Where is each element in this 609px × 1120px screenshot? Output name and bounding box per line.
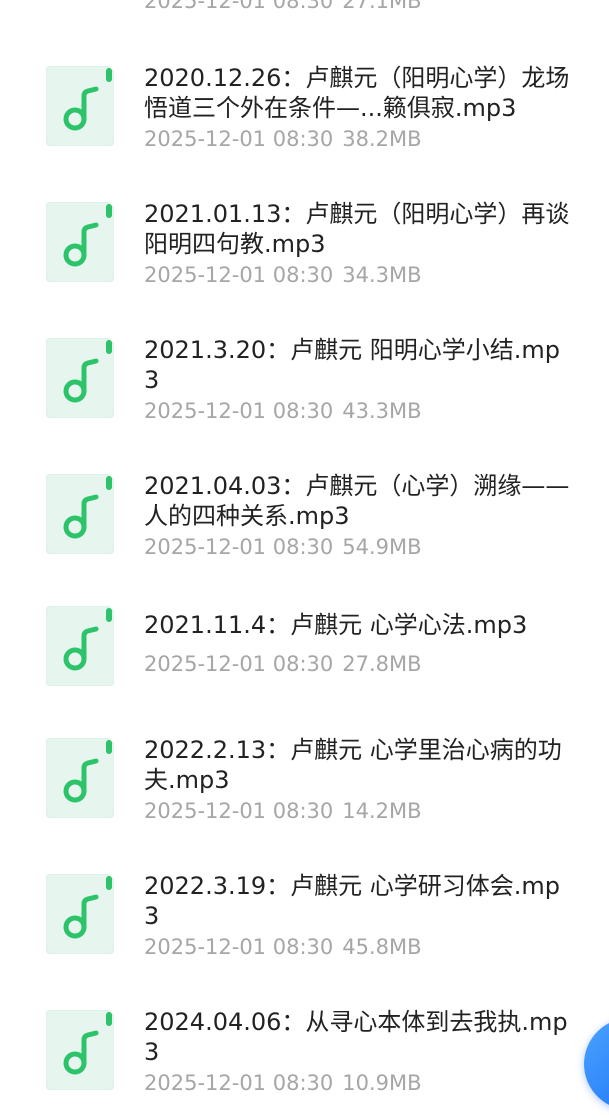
- music-file-icon: [46, 338, 114, 418]
- file-name: 2024.04.06：从寻心本体到去我执.mp3: [144, 1008, 568, 1066]
- music-file-icon: [46, 738, 114, 818]
- file-name: 2022.3.19：卢麒元 心学研习体会.mp3: [144, 872, 561, 930]
- music-file-icon: [46, 474, 114, 554]
- file-meta: 2025-12-01 08:30 43.3MB: [144, 398, 422, 424]
- list-item[interactable]: 2021.01.13：卢麒元（阳明心学）再谈阳明四句教.mp3 2025-12-…: [0, 194, 609, 314]
- file-date: 2025-12-01 08:30: [144, 1071, 334, 1095]
- file-meta: 2025-12-01 08:30 27.1MB: [144, 0, 422, 14]
- file-date: 2025-12-01 08:30: [144, 399, 334, 423]
- file-name: 2021.11.4：卢麒元 心学心法.mp3: [144, 611, 528, 639]
- file-meta: 2025-12-01 08:30 38.2MB: [144, 126, 422, 152]
- file-date: 2025-12-01 08:30: [144, 799, 334, 823]
- file-date: 2025-12-01 08:30: [144, 652, 334, 676]
- file-size: 10.9MB: [342, 1071, 422, 1095]
- file-date: 2025-12-01 08:30: [144, 535, 334, 559]
- file-size: 27.8MB: [342, 652, 422, 676]
- file-size: 14.2MB: [342, 799, 422, 823]
- file-meta: 2025-12-01 08:30 14.2MB: [144, 798, 422, 824]
- music-file-icon: [46, 606, 114, 686]
- list-item[interactable]: 2022.3.19：卢麒元 心学研习体会.mp3 2025-12-01 08:3…: [0, 866, 609, 986]
- file-name: 2021.04.03：卢麒元（心学）溯缘——人的四种关系.mp3: [144, 472, 570, 530]
- file-size: 34.3MB: [342, 263, 422, 287]
- file-date: 2025-12-01 08:30: [144, 935, 334, 959]
- file-meta: 2025-12-01 08:30 10.9MB: [144, 1070, 422, 1096]
- list-item[interactable]: 2020.12.26：卢麒元（阳明心学）龙场悟道三个外在条件—...籁俱寂.mp…: [0, 58, 609, 178]
- file-meta: 2025-12-01 08:30 45.8MB: [144, 934, 422, 960]
- file-meta: 2025-12-01 08:30 34.3MB: [144, 262, 422, 288]
- file-name: 2020.12.26：卢麒元（阳明心学）龙场悟道三个外在条件—...籁俱寂.mp…: [144, 64, 570, 122]
- file-size: 38.2MB: [342, 127, 422, 151]
- list-item[interactable]: 2021.11.4：卢麒元 心学心法.mp3 2025-12-01 08:30 2…: [0, 598, 609, 718]
- file-name: 2022.2.13：卢麒元 心学里治心病的功夫.mp3: [144, 736, 562, 794]
- file-date: 2025-12-01 08:30: [144, 127, 334, 151]
- list-item[interactable]: 2021.3.20：卢麒元 阳明心学小结.mp3 2025-12-01 08:3…: [0, 330, 609, 450]
- file-size: 43.3MB: [342, 399, 422, 423]
- file-meta: 2025-12-01 08:30 54.9MB: [144, 534, 422, 560]
- music-file-icon: [46, 1010, 114, 1090]
- list-item[interactable]: 2022.2.13：卢麒元 心学里治心病的功夫.mp3 2025-12-01 0…: [0, 730, 609, 850]
- file-name: 2021.01.13：卢麒元（阳明心学）再谈阳明四句教.mp3: [144, 200, 570, 258]
- list-item[interactable]: 2021.04.03：卢麒元（心学）溯缘——人的四种关系.mp3 2025-12…: [0, 466, 609, 586]
- file-date: 2025-12-01 08:30: [144, 263, 334, 287]
- list-item[interactable]: 2024.04.06：从寻心本体到去我执.mp3 2025-12-01 08:3…: [0, 1002, 609, 1120]
- file-name: 2021.3.20：卢麒元 阳明心学小结.mp3: [144, 336, 561, 394]
- file-browser-screen: 2025-12-01 08:30 27.1MB 2020.12.26：卢麒元（阳明…: [0, 0, 609, 1120]
- music-file-icon: [46, 874, 114, 954]
- file-size: 45.8MB: [342, 935, 422, 959]
- file-date: 2025-12-01 08:30: [144, 0, 334, 13]
- music-file-icon: [46, 66, 114, 146]
- file-meta: 2025-12-01 08:30 27.8MB: [144, 651, 422, 677]
- music-file-icon: [46, 202, 114, 282]
- file-size: 27.1MB: [342, 0, 422, 13]
- file-size: 54.9MB: [342, 535, 422, 559]
